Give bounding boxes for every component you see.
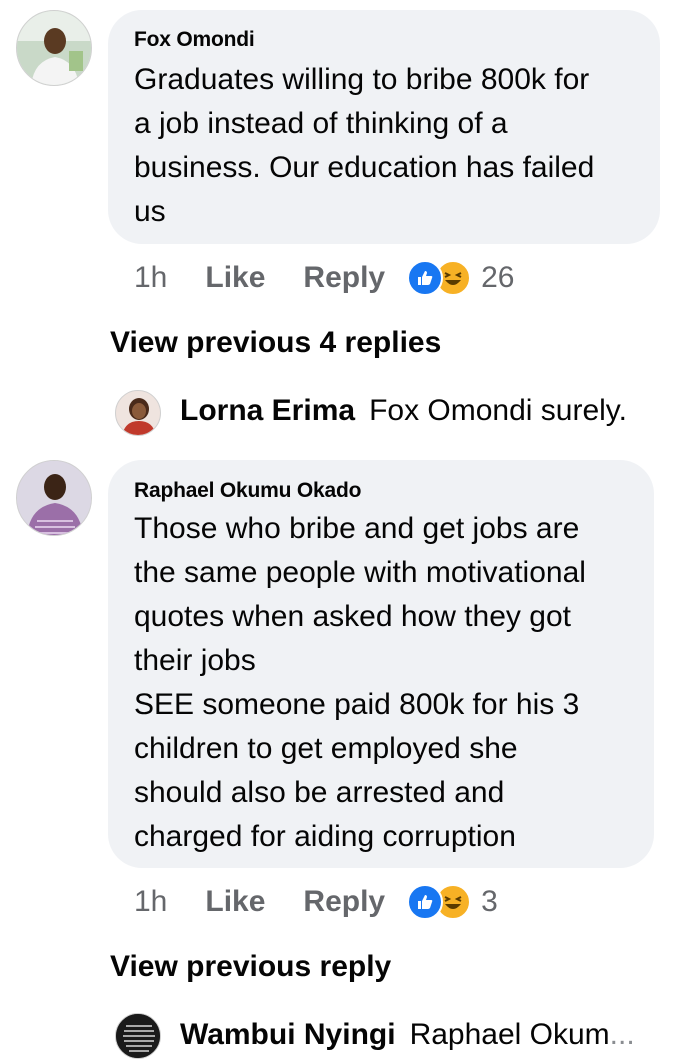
comment-actions: 1h Like Reply 26 [134, 258, 514, 298]
avatar[interactable] [16, 10, 92, 86]
comment-text: Those who bribe and get jobs are the sam… [134, 507, 586, 859]
comment-line: business. Our education has failed [134, 151, 595, 184]
reply-item: Wambui Nyingi Raphael Okum... [180, 1018, 635, 1052]
view-previous-replies[interactable]: View previous reply [110, 950, 391, 984]
comment-author[interactable]: Fox Omondi [134, 28, 255, 52]
comment-line: the same people with motivational [134, 556, 586, 589]
reply-button[interactable]: Reply [303, 885, 385, 919]
like-button[interactable]: Like [205, 261, 265, 295]
comment-line: a job instead of thinking of a [134, 107, 508, 140]
comment-time[interactable]: 1h [134, 261, 167, 295]
reply-author[interactable]: Lorna Erima [180, 394, 355, 428]
comment-time[interactable]: 1h [134, 885, 167, 919]
comment-line: quotes when asked how they got [134, 600, 571, 633]
comment-text: Graduates willing to bribe 800k for a jo… [134, 58, 594, 234]
comment-line: charged for aiding corruption [134, 820, 516, 853]
avatar[interactable] [115, 1013, 161, 1059]
avatar-photo [116, 391, 160, 435]
avatar-photo [116, 1014, 160, 1058]
reaction-count[interactable]: 26 [481, 261, 514, 295]
avatar[interactable] [16, 460, 92, 536]
reply-text: Fox Omondi surely. [369, 394, 627, 427]
comment-line: their jobs [134, 644, 256, 677]
like-icon [407, 884, 444, 920]
comment-line: us [134, 195, 166, 228]
reply-button[interactable]: Reply [303, 261, 385, 295]
truncation-ellipsis: ... [609, 1018, 635, 1051]
comment-line: Those who bribe and get jobs are [134, 512, 580, 545]
comment-actions: 1h Like Reply 3 [134, 882, 498, 922]
reply-author[interactable]: Wambui Nyingi [180, 1018, 396, 1052]
reactions-summary[interactable] [407, 260, 472, 296]
avatar[interactable] [115, 390, 161, 436]
reply-item: Lorna Erima Fox Omondi surely. [180, 394, 627, 428]
reply-text: Raphael Okum [409, 1018, 610, 1051]
comment-author[interactable]: Raphael Okumu Okado [134, 479, 361, 503]
comment-line: SEE someone paid 800k for his 3 [134, 688, 580, 721]
comment-line: Graduates willing to bribe 800k for [134, 63, 590, 96]
comment-line: should also be arrested and [134, 776, 505, 809]
like-icon [407, 260, 444, 296]
comment-line: children to get employed she [134, 732, 518, 765]
like-button[interactable]: Like [205, 885, 265, 919]
avatar-photo [17, 11, 91, 85]
reactions-summary[interactable] [407, 884, 472, 920]
reaction-count[interactable]: 3 [481, 885, 498, 919]
avatar-photo [17, 461, 91, 535]
view-previous-replies[interactable]: View previous 4 replies [110, 326, 441, 360]
